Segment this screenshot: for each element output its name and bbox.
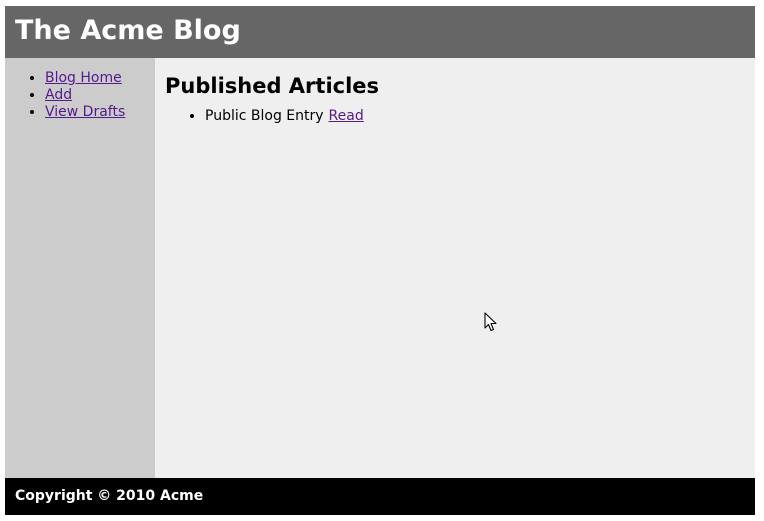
view-drafts-link[interactable]: View Drafts <box>45 104 125 120</box>
main-content: Published Articles Public Blog Entry Read <box>155 58 755 478</box>
sidebar-item-blog-home: Blog Home <box>45 70 125 87</box>
sidebar-nav: Blog Home Add View Drafts <box>5 58 155 478</box>
add-link[interactable]: Add <box>45 87 72 103</box>
sidebar-item-view-drafts: View Drafts <box>45 104 125 121</box>
list-item: Public Blog Entry Read <box>205 108 364 125</box>
blog-home-link[interactable]: Blog Home <box>45 70 122 86</box>
sidebar-item-add: Add <box>45 87 125 104</box>
site-header: The Acme Blog <box>5 6 755 58</box>
site-footer: Copyright © 2010 Acme <box>5 478 755 515</box>
page-frame: The Acme Blog Blog Home Add View Drafts … <box>5 6 755 515</box>
article-list: Public Blog Entry Read <box>155 108 364 125</box>
site-title: The Acme Blog <box>15 15 241 46</box>
article-title: Public Blog Entry <box>205 108 324 124</box>
sidebar-list: Blog Home Add View Drafts <box>5 70 125 121</box>
copyright-text: Copyright © 2010 Acme <box>15 488 204 504</box>
page-title: Published Articles <box>165 74 380 98</box>
read-article-link[interactable]: Read <box>329 108 364 124</box>
